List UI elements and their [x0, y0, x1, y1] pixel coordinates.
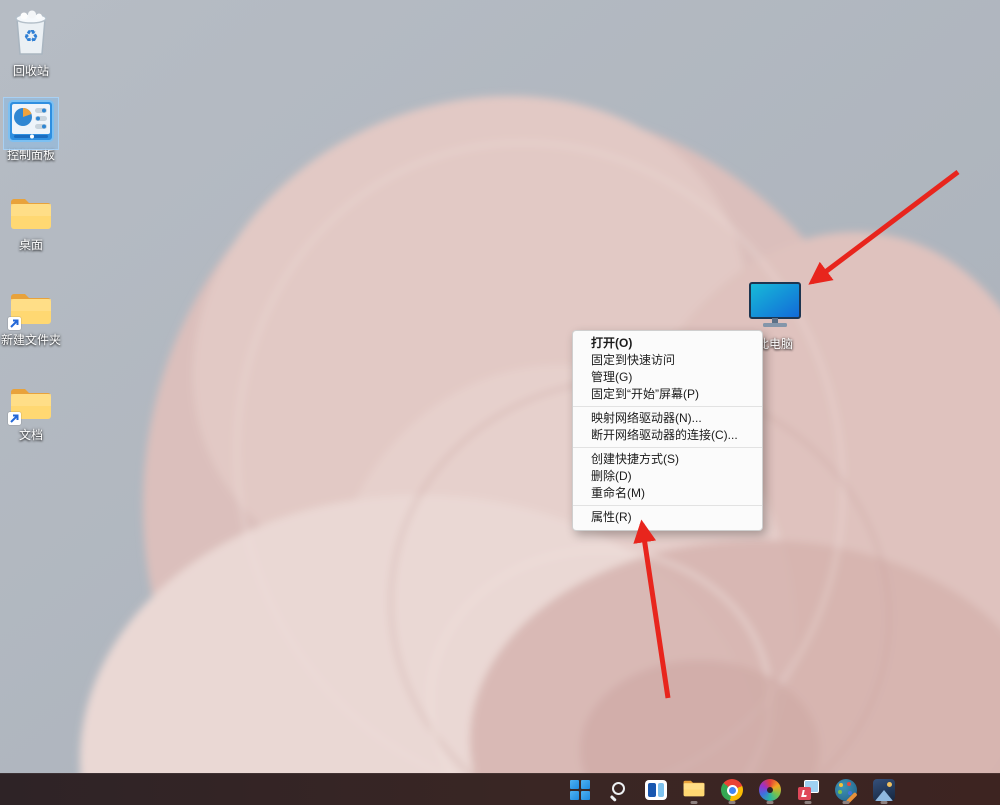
svg-text:♻: ♻	[23, 27, 38, 46]
running-indicator	[881, 801, 888, 804]
menu-item-map-network-drive[interactable]: 映射网络驱动器(N)...	[573, 410, 762, 427]
task-view-icon	[645, 780, 667, 800]
folder-shortcut-icon	[8, 289, 54, 332]
desktop-icon-folder-docs[interactable]: 文档	[0, 384, 69, 442]
running-indicator	[843, 801, 850, 804]
menu-separator	[573, 505, 762, 506]
running-indicator	[729, 801, 736, 804]
taskbar	[0, 773, 1000, 805]
paint-palette-button[interactable]	[832, 776, 860, 804]
desktop-icon-folder-new[interactable]: 新建文件夹	[0, 289, 69, 347]
icon-label: 文档	[0, 429, 69, 442]
menu-item-pin-quick-access[interactable]: 固定到快速访问	[573, 352, 762, 369]
file-explorer-button[interactable]	[680, 776, 708, 804]
icon-label: 回收站	[0, 65, 69, 78]
menu-separator	[573, 447, 762, 448]
chrome-button[interactable]	[718, 776, 746, 804]
menu-item-delete[interactable]: 删除(D)	[573, 468, 762, 485]
taskbar-icon-group	[566, 774, 898, 805]
menu-item-pin-to-start[interactable]: 固定到“开始”屏幕(P)	[573, 386, 762, 403]
desktop: ♻ 回收站 控制面板	[0, 0, 1000, 805]
folder-shortcut-icon	[8, 384, 54, 427]
desktop-icon-control-panel[interactable]: 控制面板	[0, 100, 69, 162]
context-menu: 打开(O) 固定到快速访问 管理(G) 固定到“开始”屏幕(P) 映射网络驱动器…	[572, 330, 763, 531]
folder-icon	[8, 194, 54, 237]
shortcut-arrow-icon	[8, 317, 21, 330]
control-panel-icon	[8, 100, 54, 147]
windows-start-icon	[570, 780, 590, 800]
menu-separator	[573, 406, 762, 407]
running-indicator	[691, 801, 698, 804]
desktop-icon-recycle-bin[interactable]: ♻ 回收站	[0, 6, 69, 78]
menu-item-manage[interactable]: 管理(G)	[573, 369, 762, 386]
running-indicator	[805, 801, 812, 804]
search-icon	[608, 780, 628, 800]
file-explorer-icon	[682, 778, 706, 803]
paint-palette-icon	[835, 779, 857, 801]
menu-item-rename[interactable]: 重命名(M)	[573, 485, 762, 502]
start-button[interactable]	[566, 776, 594, 804]
icon-label: 控制面板	[0, 149, 69, 162]
chrome-icon	[721, 779, 743, 801]
desktop-icon-folder-desktop[interactable]: 桌面	[0, 194, 69, 252]
color-wheel-icon	[759, 779, 781, 801]
menu-item-open[interactable]: 打开(O)	[573, 335, 762, 352]
color-wheel-app-button[interactable]	[756, 776, 784, 804]
menu-item-create-shortcut[interactable]: 创建快捷方式(S)	[573, 451, 762, 468]
search-button[interactable]	[604, 776, 632, 804]
icon-label: 桌面	[0, 239, 69, 252]
wallpaper-bloom	[0, 0, 1000, 773]
menu-item-disconnect-network-drive[interactable]: 断开网络驱动器的连接(C)...	[573, 427, 762, 444]
menu-item-properties[interactable]: 属性(R)	[573, 509, 762, 526]
screenshot-tool-icon	[797, 779, 819, 801]
shortcut-arrow-icon	[8, 412, 21, 425]
recycle-bin-icon: ♻	[9, 6, 53, 63]
photos-button[interactable]	[870, 776, 898, 804]
task-view-button[interactable]	[642, 776, 670, 804]
photos-icon	[873, 779, 895, 801]
screenshot-tool-button[interactable]	[794, 776, 822, 804]
running-indicator	[767, 801, 774, 804]
icon-label: 新建文件夹	[0, 334, 69, 347]
